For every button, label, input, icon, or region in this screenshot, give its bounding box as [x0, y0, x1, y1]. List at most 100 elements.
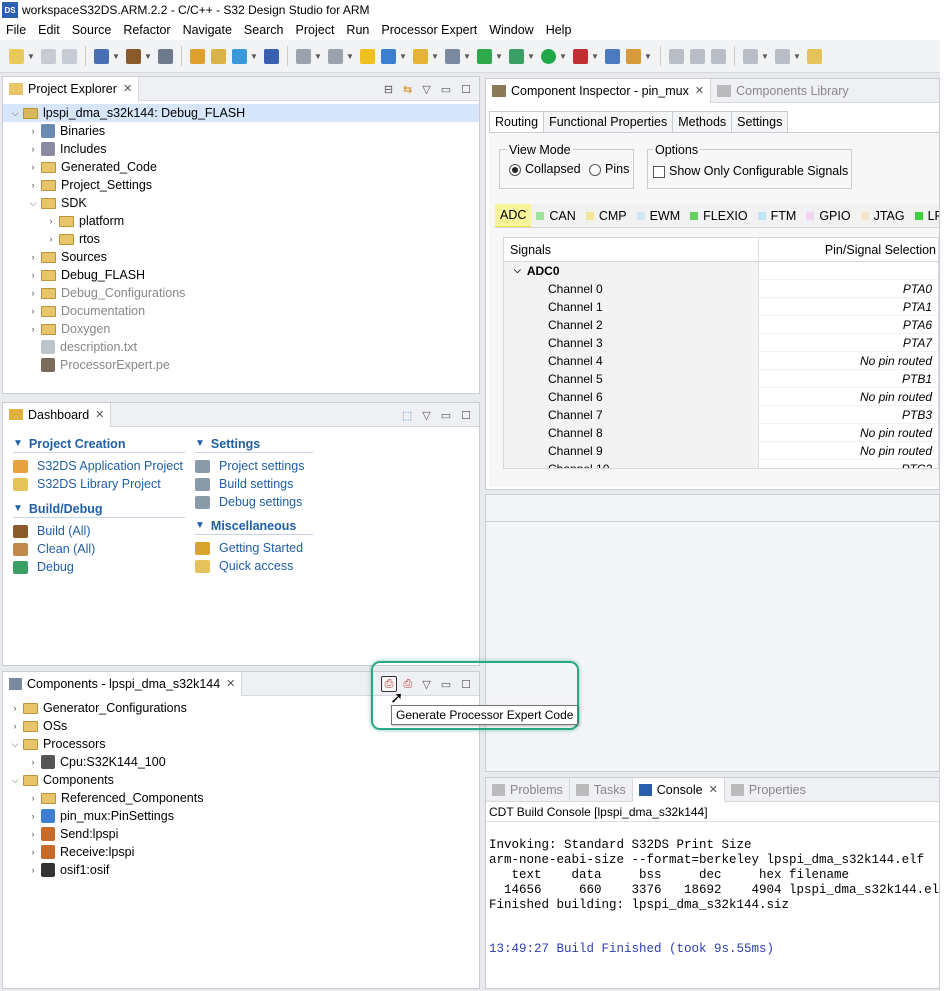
collapse-all-icon[interactable]: ⊟ [384, 83, 393, 96]
next-annotation-dropdown-icon[interactable]: ▼ [761, 52, 769, 61]
new-folder-dropdown-icon[interactable]: ▼ [431, 52, 439, 61]
new-file-dropdown-icon[interactable]: ▼ [463, 52, 471, 61]
expand-toggle-icon[interactable]: › [27, 252, 39, 262]
tree-item[interactable]: ⌵ Components [3, 771, 479, 789]
ok-dropdown-icon[interactable]: ▼ [495, 52, 503, 61]
grid-row[interactable]: Channel 0 PTA0 [504, 280, 938, 298]
section-header[interactable]: ▼ Project Creation [13, 435, 185, 453]
dashboard-link[interactable]: Project settings [195, 457, 313, 475]
monitor-icon[interactable] [232, 48, 247, 64]
block-icon[interactable] [690, 48, 705, 64]
pin-selection-cell[interactable]: No pin routed [759, 352, 938, 369]
expand-toggle-icon[interactable]: › [27, 829, 39, 839]
dashboard-action-icon[interactable]: ⬚ [402, 409, 412, 422]
ok-icon[interactable] [477, 48, 492, 64]
minimize-icon[interactable]: ▭ [441, 409, 451, 422]
pin-selection-cell[interactable]: PTB1 [759, 370, 938, 387]
dashboard-link[interactable]: S32DS Library Project [13, 475, 185, 493]
expand-toggle-icon[interactable]: › [45, 234, 57, 244]
tab-properties[interactable]: Properties [725, 778, 812, 802]
menu-search[interactable]: Search [238, 23, 290, 37]
tree-item[interactable]: ⌵ Processors [3, 735, 479, 753]
section-header[interactable]: ▼ Settings [195, 435, 313, 453]
expand-toggle-icon[interactable]: › [27, 270, 39, 280]
annotation-icon[interactable] [669, 48, 684, 64]
grid-row[interactable]: Channel 4 No pin routed [504, 352, 938, 370]
pin-selection-cell[interactable]: No pin routed [759, 442, 938, 459]
grid-row[interactable]: Channel 7 PTB3 [504, 406, 938, 424]
minimize-icon[interactable]: ▭ [441, 83, 451, 96]
tree-item[interactable]: › Receive:lpspi [3, 843, 479, 861]
menu-run[interactable]: Run [340, 23, 375, 37]
hammer-dropdown-icon[interactable]: ▼ [144, 52, 152, 61]
peripheral-tab[interactable]: ADC [495, 204, 532, 227]
menu-source[interactable]: Source [66, 23, 118, 37]
expand-toggle-icon[interactable]: ⌵ [9, 108, 21, 119]
run-icon[interactable] [541, 48, 556, 64]
menu-edit[interactable]: Edit [32, 23, 66, 37]
new-file-icon[interactable] [445, 48, 460, 64]
tree-item[interactable]: › Send:lpspi [3, 825, 479, 843]
close-icon[interactable]: ✕ [709, 783, 718, 796]
build-config-icon[interactable] [94, 48, 109, 64]
grid-row[interactable]: Channel 3 PTA7 [504, 334, 938, 352]
prev-annotation-icon[interactable] [775, 48, 790, 64]
close-icon[interactable]: ✕ [123, 82, 132, 95]
pin-selection-cell[interactable]: PTC2 [759, 460, 938, 468]
pencil-icon[interactable] [626, 48, 641, 64]
peripheral-tab[interactable]: GPIO [801, 204, 855, 227]
grid-group-row[interactable]: ⌵ ADC0 [504, 262, 938, 280]
pilcrow-icon[interactable] [711, 48, 726, 64]
maximize-icon[interactable]: ☐ [461, 409, 471, 422]
tab-component-inspector[interactable]: Component Inspector - pin_mux ✕ [486, 78, 712, 103]
refresh-icon[interactable] [296, 48, 311, 64]
tree-item[interactable]: description.txt [3, 338, 479, 356]
radio-collapsed[interactable]: Collapsed [509, 162, 581, 176]
grid-row[interactable]: Channel 6 No pin routed [504, 388, 938, 406]
tree-item[interactable]: › Generated_Code [3, 158, 479, 176]
show-configurable-checkbox[interactable]: Show Only Configurable Signals [653, 164, 848, 178]
col-pin-header[interactable]: Pin/Signal Selection [759, 238, 938, 261]
expand-toggle-icon[interactable]: ⌵ [9, 775, 21, 786]
tree-item[interactable]: ⌵ lpspi_dma_s32k144: Debug_FLASH [3, 104, 479, 122]
grid-row[interactable]: Channel 9 No pin routed [504, 442, 938, 460]
pin-selection-cell[interactable]: PTA0 [759, 280, 938, 297]
tree-item[interactable]: › rtos [3, 230, 479, 248]
grid-row[interactable]: Channel 5 PTB1 [504, 370, 938, 388]
tree-item[interactable]: › platform [3, 212, 479, 230]
subtab-methods[interactable]: Methods [672, 111, 733, 132]
sync-dropdown-icon[interactable]: ▼ [346, 52, 354, 61]
new-class-icon[interactable] [381, 48, 396, 64]
open-folder-icon[interactable] [211, 48, 226, 64]
subtab-settings[interactable]: Settings [731, 111, 789, 132]
tree-item[interactable]: ProcessorExpert.pe [3, 356, 479, 374]
menu-window[interactable]: Window [483, 23, 539, 37]
grid-row[interactable]: Channel 2 PTA6 [504, 316, 938, 334]
save-all-icon[interactable] [62, 48, 77, 64]
tree-item[interactable]: › osif1:osif [3, 861, 479, 879]
peripheral-tab[interactable]: JTAG [856, 204, 910, 227]
binary-icon[interactable] [158, 48, 173, 64]
close-icon[interactable]: ✕ [695, 84, 704, 97]
build-config-dropdown-icon[interactable]: ▼ [112, 52, 120, 61]
monitor-dropdown-icon[interactable]: ▼ [250, 52, 258, 61]
peripheral-tab[interactable]: FTM [753, 204, 802, 227]
open-type-icon[interactable] [605, 48, 620, 64]
tree-item[interactable]: › Doxygen [3, 320, 479, 338]
expand-toggle-icon[interactable]: ⌵ [27, 198, 39, 209]
maximize-icon[interactable]: ☐ [461, 83, 471, 96]
external-tools-icon[interactable] [573, 48, 588, 64]
new-dropdown-icon[interactable]: ▼ [27, 52, 35, 61]
grid-row[interactable]: Channel 8 No pin routed [504, 424, 938, 442]
tab-tasks[interactable]: Tasks [570, 777, 633, 802]
menu-refactor[interactable]: Refactor [117, 23, 176, 37]
close-icon[interactable]: ✕ [226, 677, 235, 690]
back-icon[interactable] [807, 48, 822, 64]
grid-row[interactable]: Channel 1 PTA1 [504, 298, 938, 316]
tab-components[interactable]: Components - lpspi_dma_s32k144 ✕ [3, 671, 243, 696]
link-with-editor-icon[interactable]: ⇆ [403, 83, 412, 96]
import-icon[interactable] [190, 48, 205, 64]
expand-toggle-icon[interactable]: › [27, 847, 39, 857]
peripheral-tab[interactable]: EWM [632, 204, 686, 227]
dashboard-link[interactable]: Clean (All) [13, 540, 185, 558]
